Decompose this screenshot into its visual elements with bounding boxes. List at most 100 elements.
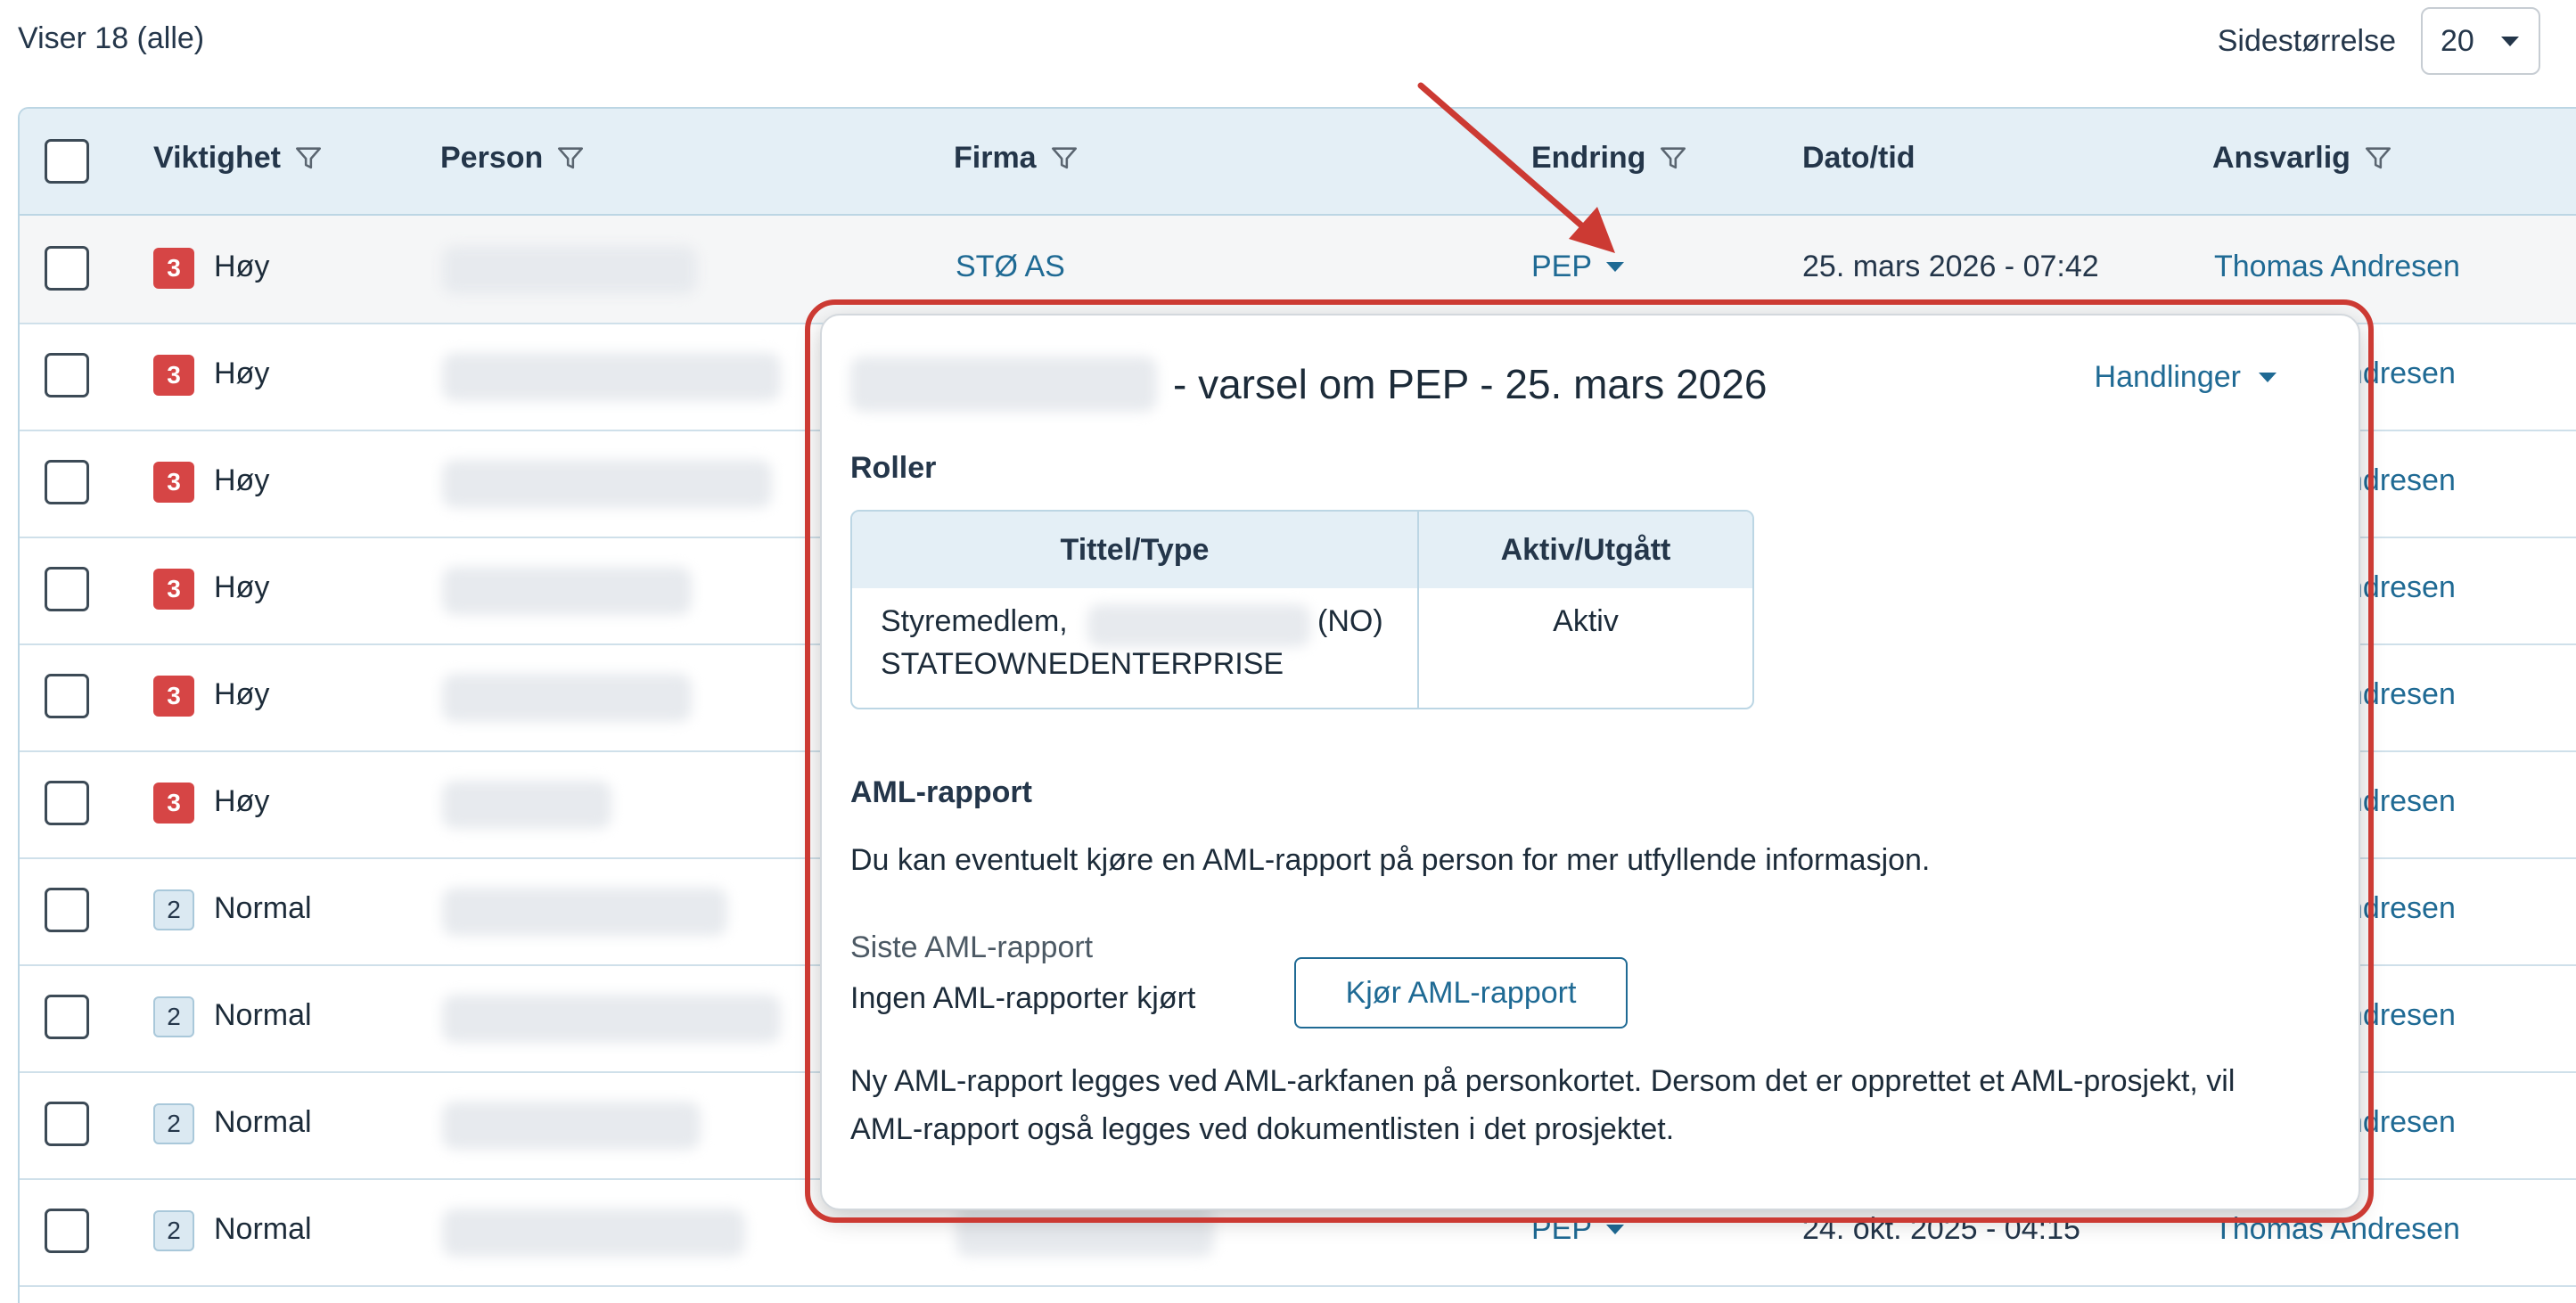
- priority-level-badge: 2: [153, 996, 194, 1037]
- row-checkbox[interactable]: [45, 1209, 89, 1253]
- chevron-down-icon: [2259, 373, 2277, 382]
- priority-level-badge: 2: [153, 889, 194, 930]
- responsible-link[interactable]: ndresen: [2346, 891, 2456, 926]
- role-title-prefix: Styremedlem,: [881, 604, 1068, 638]
- column-header-company[interactable]: Firma: [954, 141, 1079, 176]
- filter-icon[interactable]: [2363, 143, 2393, 174]
- change-dropdown[interactable]: PEP: [1531, 250, 1625, 284]
- row-checkbox[interactable]: [45, 1102, 89, 1146]
- responsible-link[interactable]: Thomas Andresen: [2214, 250, 2460, 284]
- popover-title-text: - varsel om PEP - 25. mars 2026: [1173, 361, 1768, 407]
- actions-dropdown[interactable]: Handlinger: [2095, 360, 2277, 395]
- priority-level-badge: 3: [153, 676, 194, 717]
- roles-col-title: Tittel/Type: [1060, 533, 1210, 567]
- datetime-cell: 25. mars 2026 - 07:42: [1802, 250, 2099, 283]
- aml-intro: Du kan eventuelt kjøre en AML-rapport på…: [850, 843, 1931, 877]
- priority-label: Normal: [214, 998, 312, 1032]
- priority-level-badge: 3: [153, 462, 194, 503]
- person-name-redacted: [442, 781, 611, 829]
- responsible-link[interactable]: ndresen: [2346, 356, 2456, 391]
- priority-level-badge: 3: [153, 783, 194, 824]
- company-name-redacted: [956, 1209, 1214, 1257]
- row-checkbox[interactable]: [45, 353, 89, 397]
- person-name-redacted: [442, 246, 697, 294]
- person-name-redacted: [442, 1209, 745, 1257]
- select-all-checkbox[interactable]: [45, 139, 89, 184]
- roles-heading: Roller: [850, 451, 937, 485]
- last-aml-report-value: Ingen AML-rapporter kjørt: [850, 981, 1196, 1015]
- person-name-redacted: [442, 1102, 701, 1150]
- role-type: STATEOWNEDENTERPRISE: [881, 647, 1284, 681]
- priority-level-badge: 2: [153, 1103, 194, 1144]
- responsible-link[interactable]: Thomas Andresen: [2214, 1212, 2460, 1247]
- roles-col-status: Aktiv/Utgått: [1500, 533, 1671, 567]
- datetime-cell: 24. okt. 2025 - 04:15: [1802, 1212, 2080, 1246]
- person-name-redacted: [442, 995, 781, 1043]
- row-checkbox[interactable]: [45, 674, 89, 718]
- last-aml-report-label: Siste AML-rapport: [850, 930, 1094, 964]
- filter-icon[interactable]: [555, 143, 586, 174]
- person-name-redacted: [442, 353, 781, 401]
- column-header-person[interactable]: Person: [440, 141, 586, 176]
- chevron-down-icon: [1606, 1225, 1625, 1234]
- priority-level-badge: 3: [153, 569, 194, 610]
- column-header-responsible[interactable]: Ansvarlig: [2212, 141, 2393, 176]
- priority-label: Normal: [214, 1105, 312, 1139]
- person-name-redacted: [442, 567, 692, 615]
- pep-alert-popover: - varsel om PEP - 25. mars 2026 Handling…: [820, 314, 2360, 1210]
- priority-label: Høy: [214, 463, 270, 497]
- page-size-label: Sidestørrelse: [2217, 23, 2396, 58]
- priority-label: Høy: [214, 570, 270, 604]
- run-aml-report-button[interactable]: Kjør AML-rapport: [1294, 957, 1628, 1028]
- column-header-change[interactable]: Endring: [1531, 141, 1688, 176]
- person-name-redacted: [442, 888, 727, 936]
- row-checkbox[interactable]: [45, 246, 89, 291]
- responsible-link[interactable]: ndresen: [2346, 784, 2456, 819]
- row-checkbox[interactable]: [45, 888, 89, 932]
- role-country: (NO): [1317, 604, 1383, 638]
- priority-level-badge: 3: [153, 355, 194, 396]
- change-dropdown[interactable]: PEP: [1531, 1212, 1625, 1247]
- filter-icon[interactable]: [293, 143, 324, 174]
- row-checkbox[interactable]: [45, 781, 89, 825]
- row-checkbox[interactable]: [45, 460, 89, 504]
- person-name-redacted: [442, 674, 692, 722]
- company-link[interactable]: STØ AS: [956, 250, 1065, 284]
- column-header-datetime[interactable]: Dato/tid: [1802, 141, 1916, 176]
- popover-title: - varsel om PEP - 25. mars 2026: [850, 356, 1767, 412]
- company-name-redacted: [1087, 604, 1310, 647]
- priority-label: Høy: [214, 784, 270, 818]
- row-checkbox[interactable]: [45, 567, 89, 611]
- priority-label: Høy: [214, 677, 270, 711]
- chevron-down-icon: [2501, 36, 2519, 46]
- chevron-down-icon: [1606, 262, 1625, 272]
- priority-label: Høy: [214, 250, 270, 283]
- table-row[interactable]: 3 Høy STØ AS PEP 25. mars 2026 - 07:42 T…: [20, 216, 2576, 324]
- responsible-link[interactable]: ndresen: [2346, 570, 2456, 605]
- aml-heading: AML-rapport: [850, 775, 1032, 809]
- column-header-priority[interactable]: Viktighet: [153, 141, 324, 176]
- priority-label: Normal: [214, 1212, 312, 1246]
- filter-icon[interactable]: [1049, 143, 1079, 174]
- responsible-link[interactable]: ndresen: [2346, 998, 2456, 1033]
- roles-table: Tittel/Type Aktiv/Utgått Styremedlem, (N…: [850, 510, 1754, 709]
- aml-note: Ny AML-rapport legges ved AML-arkfanen p…: [850, 1064, 2236, 1146]
- priority-label: Normal: [214, 891, 312, 925]
- priority-level-badge: 3: [153, 248, 194, 289]
- responsible-link[interactable]: ndresen: [2346, 1105, 2456, 1140]
- result-count: Viser 18 (alle): [18, 21, 205, 55]
- role-title-cell: Styremedlem, (NO) STATEOWNEDENTERPRISE: [881, 604, 1415, 693]
- row-checkbox[interactable]: [45, 995, 89, 1039]
- person-name-redacted: [442, 460, 772, 508]
- page-size-select[interactable]: 20: [2421, 7, 2540, 75]
- table-header: Viktighet Person Firma Endring Dato/tid …: [20, 109, 2576, 216]
- filter-icon[interactable]: [1658, 143, 1688, 174]
- responsible-link[interactable]: ndresen: [2346, 677, 2456, 712]
- page-size-value: 20: [2441, 23, 2474, 58]
- priority-level-badge: 2: [153, 1210, 194, 1251]
- priority-label: Høy: [214, 356, 270, 390]
- role-status: Aktiv: [1553, 604, 1619, 638]
- page-size-control: Sidestørrelse 20: [2218, 7, 2540, 75]
- person-name-redacted: [850, 356, 1157, 412]
- responsible-link[interactable]: ndresen: [2346, 463, 2456, 498]
